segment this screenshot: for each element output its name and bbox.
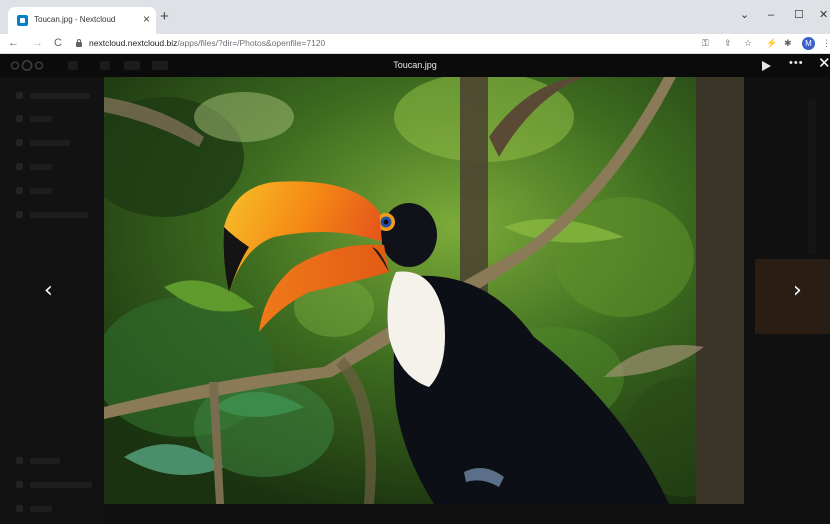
maximize-button[interactable]: ☐: [794, 8, 804, 22]
sidebar-item: [16, 92, 96, 100]
nextcloud-favicon-icon: [17, 15, 28, 26]
profile-avatar[interactable]: M: [802, 37, 815, 50]
toucan-photo: [104, 77, 744, 504]
sidebar-item: [16, 481, 96, 489]
window-close-button[interactable]: ✕: [819, 8, 828, 22]
browser-menu-icon[interactable]: ⋮: [822, 37, 830, 49]
sidebar-item: [16, 457, 96, 465]
key-icon[interactable]: ⚿: [702, 37, 709, 49]
sidebar-item: [16, 163, 96, 171]
back-button[interactable]: ←: [8, 36, 19, 50]
forward-button[interactable]: →: [32, 36, 43, 50]
puzzle-icon[interactable]: ✱: [784, 37, 792, 49]
next-image-arrow[interactable]: ›: [793, 280, 802, 302]
sidebar-item: [16, 139, 96, 147]
more-actions-icon[interactable]: •••: [789, 57, 804, 69]
tab-title: Toucan.jpg - Nextcloud: [34, 15, 116, 24]
play-slideshow-icon[interactable]: [762, 61, 771, 71]
dimmed-scrollbar: [808, 99, 816, 254]
minimize-button[interactable]: –: [768, 8, 774, 22]
extension-bolt-icon[interactable]: ⚡: [766, 37, 777, 49]
browser-tab-active[interactable]: Toucan.jpg - Nextcloud ×: [8, 7, 156, 34]
app-header: Toucan.jpg ••• ✕: [0, 54, 830, 77]
sidebar-item: [16, 115, 96, 123]
url-path: /apps/files/?dir=/Photos&openfile=7120: [177, 38, 326, 48]
tab-close-icon[interactable]: ×: [143, 12, 150, 26]
close-viewer-icon[interactable]: ✕: [818, 56, 830, 72]
share-icon[interactable]: ⇪: [724, 37, 732, 49]
url-host: nextcloud.nextcloud.biz: [89, 38, 178, 48]
browser-tab-bar: Toucan.jpg - Nextcloud × + ⌄ – ☐ ✕: [0, 0, 830, 34]
image-viewer-modal: Toucan.jpg ••• ✕ ‹ ›: [0, 54, 830, 524]
viewer-file-title: Toucan.jpg: [393, 60, 437, 70]
tab-search-icon[interactable]: ⌄: [740, 8, 749, 22]
toucan-image: [104, 77, 744, 504]
lock-icon[interactable]: [76, 39, 82, 47]
sidebar-item: [16, 187, 96, 195]
new-tab-button[interactable]: +: [160, 9, 169, 24]
browser-toolbar: ← → C nextcloud.nextcloud.biz/apps/files…: [0, 34, 830, 54]
sidebar-item: [16, 505, 96, 513]
sidebar-item: [16, 211, 96, 219]
url-text[interactable]: nextcloud.nextcloud.biz/apps/files/?dir=…: [89, 38, 325, 48]
reload-button[interactable]: C: [54, 36, 62, 50]
previous-image-arrow[interactable]: ‹: [44, 280, 53, 302]
address-bar[interactable]: nextcloud.nextcloud.biz/apps/files/?dir=…: [68, 36, 718, 51]
star-icon[interactable]: ☆: [744, 37, 752, 49]
